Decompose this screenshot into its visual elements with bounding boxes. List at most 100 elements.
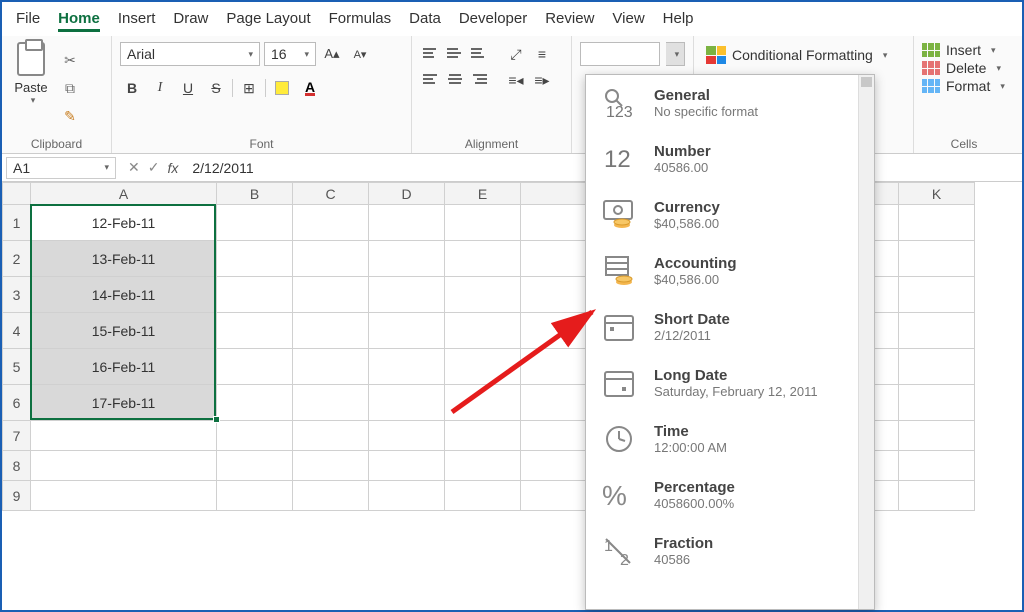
fx-icon[interactable]: fx bbox=[167, 160, 178, 176]
format-option-shortdate[interactable]: Short Date2/12/2011 bbox=[586, 299, 874, 355]
column-header-c[interactable]: C bbox=[293, 183, 369, 205]
format-option-time[interactable]: Time12:00:00 AM bbox=[586, 411, 874, 467]
chevron-down-icon: ▾ bbox=[1000, 81, 1005, 92]
row-header-6[interactable]: 6 bbox=[3, 385, 31, 421]
column-header-a[interactable]: A bbox=[31, 183, 217, 205]
increase-font-button[interactable]: A▴ bbox=[320, 42, 344, 66]
menu-file[interactable]: File bbox=[16, 10, 40, 32]
strikethrough-button[interactable]: S bbox=[204, 76, 228, 100]
format-cells-button[interactable]: Format ▾ bbox=[922, 78, 1006, 94]
name-box[interactable]: A1 ▾ bbox=[6, 157, 116, 179]
group-font: Arial ▾ 16 ▾ A▴ A▾ B I U S A bbox=[112, 36, 412, 153]
format-option-longdate[interactable]: Long DateSaturday, February 12, 2011 bbox=[586, 355, 874, 411]
chevron-down-icon: ▾ bbox=[675, 49, 680, 60]
menu-help[interactable]: Help bbox=[663, 10, 694, 32]
font-color-button[interactable]: A bbox=[298, 76, 322, 100]
row-header-2[interactable]: 2 bbox=[3, 241, 31, 277]
menu-formulas[interactable]: Formulas bbox=[329, 10, 392, 32]
menu-home[interactable]: Home bbox=[58, 10, 100, 32]
fill-color-button[interactable] bbox=[270, 76, 294, 100]
column-header-e[interactable]: E bbox=[445, 183, 521, 205]
format-option-title: General bbox=[654, 87, 758, 104]
chevron-down-icon: ▾ bbox=[104, 162, 109, 173]
align-center-button[interactable] bbox=[444, 68, 466, 90]
row-header-8[interactable]: 8 bbox=[3, 451, 31, 481]
copy-button[interactable] bbox=[58, 77, 82, 101]
menu-insert[interactable]: Insert bbox=[118, 10, 156, 32]
bold-button[interactable]: B bbox=[120, 76, 144, 100]
align-bottom-button[interactable] bbox=[468, 42, 490, 64]
underline-button[interactable]: U bbox=[176, 76, 200, 100]
cut-button[interactable] bbox=[58, 49, 82, 73]
align-top-button[interactable] bbox=[420, 42, 442, 64]
conditional-formatting-button[interactable]: Conditional Formatting ▾ bbox=[702, 42, 905, 68]
wrap-text-button[interactable] bbox=[530, 42, 554, 66]
delete-cells-button[interactable]: Delete ▾ bbox=[922, 60, 1006, 76]
format-option-currency[interactable]: Currency$40,586.00 bbox=[586, 187, 874, 243]
format-option-accounting[interactable]: Accounting$40,586.00 bbox=[586, 243, 874, 299]
font-name-combo[interactable]: Arial ▾ bbox=[120, 42, 260, 66]
align-left-button[interactable] bbox=[420, 68, 442, 90]
menu-developer[interactable]: Developer bbox=[459, 10, 527, 32]
format-option-title: Currency bbox=[654, 199, 720, 216]
row-header-1[interactable]: 1 bbox=[3, 205, 31, 241]
cell-a4[interactable]: 15-Feb-11 bbox=[31, 313, 217, 349]
row-header-4[interactable]: 4 bbox=[3, 313, 31, 349]
column-header-k[interactable]: K bbox=[899, 183, 975, 205]
paste-button[interactable]: Paste ▾ bbox=[10, 42, 52, 135]
row-header-5[interactable]: 5 bbox=[3, 349, 31, 385]
increase-indent-button[interactable]: ≡▸ bbox=[530, 68, 554, 92]
align-middle-button[interactable] bbox=[444, 42, 466, 64]
scrollbar-thumb[interactable] bbox=[861, 77, 872, 87]
decrease-font-button[interactable]: A▾ bbox=[348, 42, 372, 66]
menu-draw[interactable]: Draw bbox=[173, 10, 208, 32]
format-option-fraction[interactable]: 12Fraction40586 bbox=[586, 523, 874, 579]
font-size-combo[interactable]: 16 ▾ bbox=[264, 42, 316, 66]
format-option-sample: 40586 bbox=[654, 552, 713, 567]
select-all-button[interactable] bbox=[3, 183, 31, 205]
fill-handle[interactable] bbox=[213, 416, 220, 423]
cell-a1[interactable]: 12-Feb-11 bbox=[31, 205, 217, 241]
group-label-cells: Cells bbox=[922, 135, 1006, 151]
cell-a3[interactable]: 14-Feb-11 bbox=[31, 277, 217, 313]
format-label: Format bbox=[946, 78, 990, 94]
row-header-9[interactable]: 9 bbox=[3, 481, 31, 511]
row-header-7[interactable]: 7 bbox=[3, 421, 31, 451]
font-size-value: 16 bbox=[271, 46, 287, 62]
decrease-indent-button[interactable]: ≡◂ bbox=[504, 68, 528, 92]
group-label-font: Font bbox=[120, 135, 403, 151]
cell-a5[interactable]: 16-Feb-11 bbox=[31, 349, 217, 385]
insert-cells-icon bbox=[922, 43, 940, 57]
enter-icon[interactable]: ✓ bbox=[148, 159, 160, 176]
orientation-button[interactable]: ⤢ bbox=[504, 42, 528, 66]
menu-data[interactable]: Data bbox=[409, 10, 441, 32]
format-option-title: Short Date bbox=[654, 311, 730, 328]
borders-button[interactable] bbox=[237, 76, 261, 100]
insert-cells-button[interactable]: Insert ▾ bbox=[922, 42, 1006, 58]
menu-view[interactable]: View bbox=[612, 10, 644, 32]
font-name-value: Arial bbox=[127, 46, 155, 62]
column-header-d[interactable]: D bbox=[369, 183, 445, 205]
paste-label: Paste bbox=[14, 80, 47, 95]
format-option-title: Percentage bbox=[654, 479, 735, 496]
format-option-percentage[interactable]: %Percentage4058600.00% bbox=[586, 467, 874, 523]
align-right-button[interactable] bbox=[468, 68, 490, 90]
menu-review[interactable]: Review bbox=[545, 10, 594, 32]
column-header-b[interactable]: B bbox=[217, 183, 293, 205]
format-option-sample: $40,586.00 bbox=[654, 272, 737, 287]
time-icon bbox=[600, 421, 640, 457]
chevron-down-icon: ▾ bbox=[304, 49, 309, 60]
number-format-dropdown-button[interactable]: ▾ bbox=[666, 42, 685, 66]
cancel-icon[interactable]: ✕ bbox=[128, 159, 140, 176]
format-option-general[interactable]: 123GeneralNo specific format bbox=[586, 75, 874, 131]
dropdown-scrollbar[interactable] bbox=[858, 75, 874, 609]
row-header-3[interactable]: 3 bbox=[3, 277, 31, 313]
cell-a6[interactable]: 17-Feb-11 bbox=[31, 385, 217, 421]
menu-page-layout[interactable]: Page Layout bbox=[226, 10, 310, 32]
format-painter-button[interactable] bbox=[58, 105, 82, 129]
format-option-number[interactable]: 12Number40586.00 bbox=[586, 131, 874, 187]
svg-text:12: 12 bbox=[604, 146, 631, 173]
number-format-combo[interactable] bbox=[580, 42, 660, 66]
italic-button[interactable]: I bbox=[148, 76, 172, 100]
cell-a2[interactable]: 13-Feb-11 bbox=[31, 241, 217, 277]
